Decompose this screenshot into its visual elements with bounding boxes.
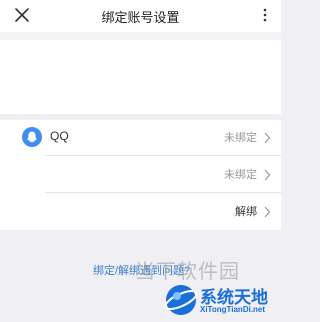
unbind-action: 解绑 (235, 206, 257, 218)
chevron-right-icon (264, 132, 271, 144)
page-title: 绑定账号设置 (101, 10, 180, 25)
header-divider (0, 32, 281, 40)
bind-status: 未绑定 (224, 132, 257, 144)
account-list: QQ 未绑定 未绑定 解绑 (0, 120, 281, 230)
top-bar: 绑定账号设置 (0, 0, 281, 32)
qq-icon (22, 127, 42, 147)
chevron-right-icon (264, 169, 271, 181)
account-label: QQ (50, 129, 69, 143)
row-divider (45, 155, 281, 156)
empty-panel (0, 40, 281, 114)
globe-logo-icon (164, 285, 198, 315)
account-row-3[interactable]: 解绑 (0, 194, 281, 230)
more-vertical-icon[interactable] (261, 6, 269, 24)
account-row-qq[interactable]: QQ 未绑定 (0, 120, 281, 156)
row-divider (45, 192, 281, 193)
watermark-text: 当下软件园 (135, 261, 240, 283)
account-row-2[interactable]: 未绑定 (0, 157, 281, 193)
watermark-url: XiTongTianDi.net (200, 305, 266, 314)
bind-status: 未绑定 (224, 169, 257, 181)
chevron-right-icon (264, 206, 271, 218)
